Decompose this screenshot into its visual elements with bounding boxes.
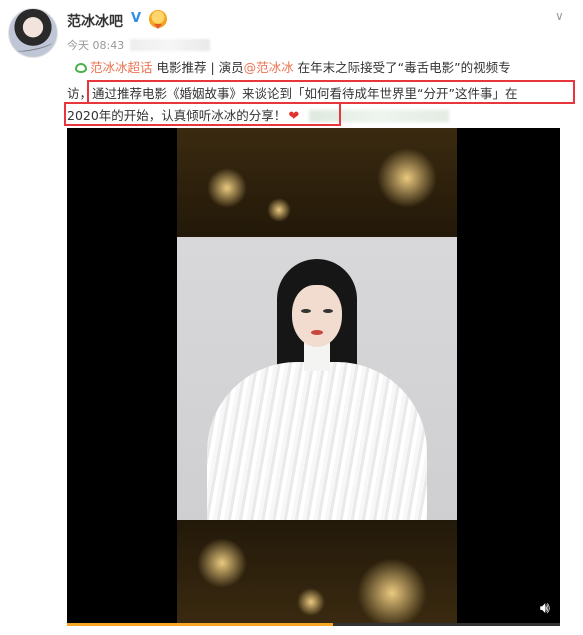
figure-eye — [301, 309, 311, 313]
sparkle — [357, 558, 427, 626]
content-line-1: 范冰冰超话 电影推荐 | 演员@范冰冰 在年末之际接受了“毒舌电影”的视频专 — [75, 56, 511, 80]
mention-link[interactable]: @范冰冰 — [244, 60, 294, 75]
video-player[interactable]: 🔊︎ — [67, 128, 560, 626]
progress-bar[interactable] — [67, 623, 334, 626]
signature-mark — [14, 38, 54, 54]
username-link[interactable]: 范冰冰吧 — [67, 11, 123, 31]
content-text: 电影推荐 | 演员 — [152, 60, 244, 75]
content-text: 在年末之际接受了“毒舌电影”的视频专 — [293, 60, 511, 75]
figure-dress — [207, 362, 427, 520]
sparkle — [197, 538, 247, 588]
sparkle — [207, 168, 247, 208]
highlight-box-1 — [87, 80, 575, 104]
chevron-down-icon[interactable]: ∨ — [555, 9, 564, 23]
sparkle — [377, 148, 437, 208]
figure-eye — [323, 309, 333, 313]
avatar[interactable] — [8, 8, 58, 58]
topic-icon — [75, 63, 87, 73]
video-frame — [177, 128, 457, 626]
post-time[interactable]: 今天 08:43 — [67, 39, 124, 52]
verified-icon: V — [128, 11, 144, 27]
video-still-image — [177, 237, 457, 520]
figure-face — [292, 285, 342, 347]
highlight-box-2 — [64, 102, 341, 126]
post-meta: 今天 08:43 — [67, 37, 211, 53]
sparkle — [267, 198, 291, 222]
medal-icon[interactable] — [149, 10, 167, 28]
topic-link[interactable]: 范冰冰超话 — [90, 60, 153, 75]
blurred-source — [130, 39, 211, 51]
figure-lips — [311, 330, 323, 335]
weibo-post: 范冰冰吧 V ∨ 今天 08:43 范冰冰超话 电影推荐 | 演员@范冰冰 在年… — [0, 0, 583, 635]
volume-icon[interactable]: 🔊︎ — [540, 598, 550, 618]
sparkle — [297, 588, 325, 616]
